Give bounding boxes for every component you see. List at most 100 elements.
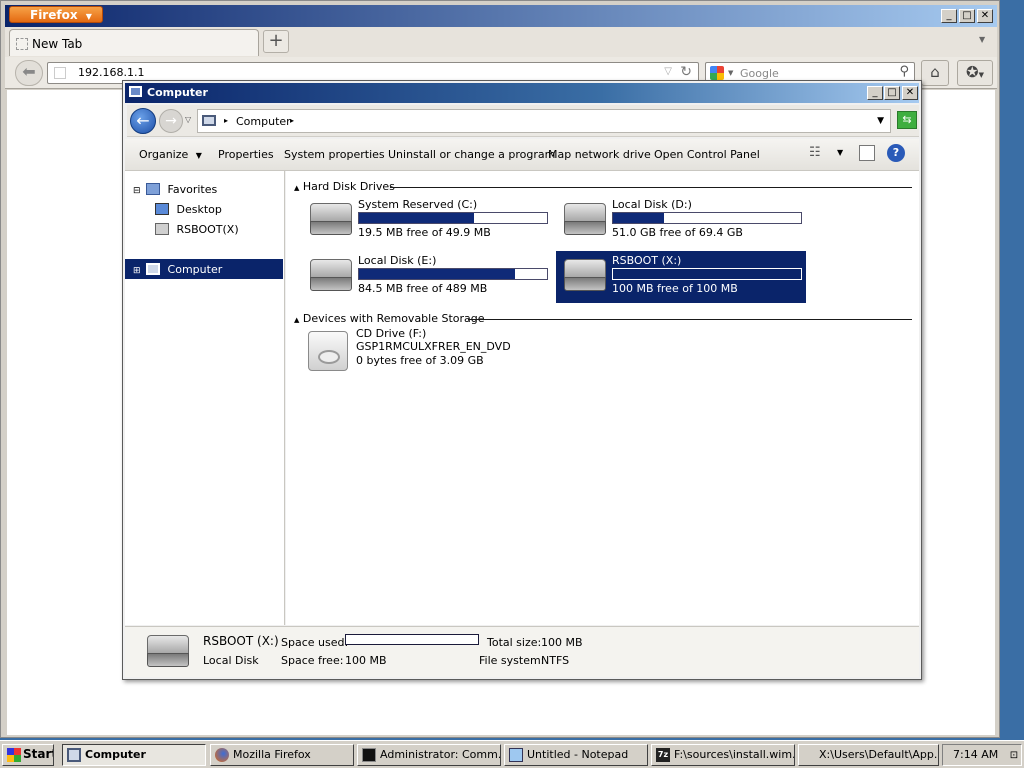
drive-x[interactable]: RSBOOT (X:) 100 MB free of 100 MB	[556, 251, 806, 303]
sidebar-item-rsboot[interactable]: RSBOOT(X)	[155, 223, 239, 236]
help-icon[interactable]: ?	[887, 144, 905, 162]
collapse-arrow-icon[interactable]: ▲	[294, 184, 299, 192]
taskbar-item-cmd[interactable]: Administrator: Comm...	[357, 744, 501, 766]
chevron-down-icon: ▼	[195, 151, 202, 160]
tab-list-icon[interactable]: ▼	[979, 35, 985, 44]
minimize-button[interactable]: _	[867, 86, 883, 100]
firefox-menu-button[interactable]: Firefox ▼	[9, 6, 103, 23]
view-dropdown-icon[interactable]: ▼	[837, 148, 843, 157]
close-button[interactable]: ✕	[977, 9, 993, 23]
drive-c[interactable]: System Reserved (C:) 19.5 MB free of 49.…	[302, 195, 552, 247]
computer-icon	[67, 748, 81, 762]
hard-drive-icon	[564, 259, 606, 291]
hard-drive-icon	[310, 259, 352, 291]
taskbar-label: Computer	[85, 748, 146, 761]
back-button[interactable]: ←	[130, 108, 156, 134]
system-tray: 7:14 AM ⊡	[942, 744, 1022, 766]
properties-button[interactable]: Properties	[218, 148, 274, 161]
sidebar-item-computer[interactable]: ⊞ Computer	[125, 259, 283, 279]
total-size-value: 100 MB	[541, 636, 583, 649]
drive-name: RSBOOT (X:)	[612, 254, 682, 267]
favorites-node[interactable]: ⊟ Favorites	[133, 183, 217, 196]
drive-e[interactable]: Local Disk (E:) 84.5 MB free of 489 MB	[302, 251, 552, 303]
total-size-label: Total size:	[487, 636, 542, 649]
address-bar[interactable]: ▸ Computer ▸ ▼	[197, 109, 891, 133]
drive-free: 19.5 MB free of 49.9 MB	[358, 226, 491, 239]
chevron-down-icon: ▼	[85, 12, 92, 21]
drive-free: 100 MB free of 100 MB	[612, 282, 738, 295]
hard-drive-icon	[310, 203, 352, 235]
maximize-button[interactable]: □	[959, 9, 975, 23]
taskbar-item-computer[interactable]: Computer	[62, 744, 206, 766]
hard-drive-icon	[147, 635, 189, 667]
google-icon[interactable]	[710, 66, 724, 80]
group-hard-disk-drives[interactable]: ▲ Hard Disk Drives	[294, 180, 395, 193]
drive-d[interactable]: Local Disk (D:) 51.0 GB free of 69.4 GB	[556, 195, 806, 247]
taskbar-label: Administrator: Comm...	[380, 748, 501, 761]
recent-pages-icon[interactable]: ▽	[185, 115, 191, 124]
minimize-button[interactable]: _	[941, 9, 957, 23]
organize-button[interactable]: Organize ▼	[139, 148, 202, 161]
organize-label: Organize	[139, 148, 189, 161]
explorer-titlebar: Computer _ □ ✕	[125, 83, 919, 103]
tab-label: New Tab	[32, 37, 83, 51]
taskbar-item-firefox[interactable]: Mozilla Firefox	[210, 744, 354, 766]
home-button[interactable]: ⌂	[921, 60, 949, 86]
preview-pane-icon[interactable]	[859, 145, 875, 161]
space-free-label: Space free:	[281, 654, 344, 667]
taskbar-item-notepad[interactable]: Untitled - Notepad	[504, 744, 648, 766]
taskbar-item-7zip[interactable]: 7z F:\sources\install.wim...	[651, 744, 795, 766]
close-button[interactable]: ✕	[902, 86, 918, 100]
map-network-drive-button[interactable]: Map network drive	[548, 148, 651, 161]
group-divider	[468, 319, 912, 320]
windows-logo-icon	[7, 748, 21, 762]
group-removable-storage[interactable]: ▲ Devices with Removable Storage	[294, 312, 485, 325]
space-used-label: Space used:	[281, 636, 349, 649]
usage-bar	[358, 212, 548, 224]
back-button[interactable]: ⬅	[15, 60, 43, 86]
open-control-panel-button[interactable]: Open Control Panel	[654, 148, 760, 161]
tab-new-tab[interactable]: New Tab	[9, 29, 259, 56]
details-pane: RSBOOT (X:) Local Disk Space used: Space…	[125, 626, 919, 677]
dropdown-arrow-icon[interactable]: ▽	[664, 66, 672, 77]
explorer-nav-bar: ← → ▽ ▸ Computer ▸ ▼ ⇆	[127, 105, 919, 137]
tab-strip: New Tab + ▼	[5, 27, 997, 57]
reload-icon[interactable]: ↻	[680, 64, 692, 80]
details-drive-type: Local Disk	[203, 654, 259, 667]
bookmarks-button[interactable]: ✪▼	[957, 60, 993, 86]
drive-name: System Reserved (C:)	[358, 198, 478, 211]
system-properties-button[interactable]: System properties	[284, 148, 385, 161]
search-icon[interactable]: ⚲	[899, 64, 909, 79]
search-engine-dropdown-icon[interactable]: ▼	[728, 69, 733, 77]
drive-name: Local Disk (E:)	[358, 254, 437, 267]
start-button[interactable]: Start	[2, 744, 54, 766]
taskbar-label: Untitled - Notepad	[527, 748, 629, 761]
drive-f[interactable]: CD Drive (F:) GSP1RMCULXFRER_EN_DVD 0 by…	[302, 327, 602, 377]
network-icon[interactable]: ⊡	[1010, 750, 1018, 761]
breadcrumb[interactable]: Computer	[236, 115, 291, 128]
address-dropdown-icon[interactable]: ▼	[877, 116, 884, 126]
group-label: Hard Disk Drives	[302, 180, 395, 193]
chevron-right-icon[interactable]: ▸	[224, 116, 228, 125]
group-divider	[390, 187, 912, 188]
collapse-arrow-icon[interactable]: ▲	[294, 316, 299, 324]
maximize-button[interactable]: □	[884, 86, 900, 100]
view-options-icon[interactable]: ☷	[809, 145, 821, 160]
chevron-down-icon[interactable]: ▸	[290, 116, 294, 125]
uninstall-program-button[interactable]: Uninstall or change a program	[388, 148, 555, 161]
new-tab-button[interactable]: +	[263, 30, 289, 53]
expand-icon[interactable]: ⊞	[133, 266, 141, 276]
disc-label: GSP1RMCULXFRER_EN_DVD	[356, 340, 511, 353]
search-placeholder: Google	[740, 67, 779, 80]
refresh-icon[interactable]: ⇆	[897, 111, 917, 129]
star-folder-icon	[146, 183, 161, 195]
sidebar-item-desktop[interactable]: Desktop	[155, 203, 222, 216]
space-free-value: 100 MB	[345, 654, 387, 667]
forward-button[interactable]: →	[159, 109, 183, 133]
clock[interactable]: 7:14 AM	[953, 748, 998, 761]
firefox-menu-label: Firefox	[30, 8, 78, 22]
drive-name: CD Drive (F:)	[356, 327, 427, 340]
collapse-icon[interactable]: ⊟	[133, 186, 141, 196]
taskbar-item-folder[interactable]: X:\Users\Default\App...	[798, 744, 939, 766]
computer-icon	[129, 86, 142, 97]
